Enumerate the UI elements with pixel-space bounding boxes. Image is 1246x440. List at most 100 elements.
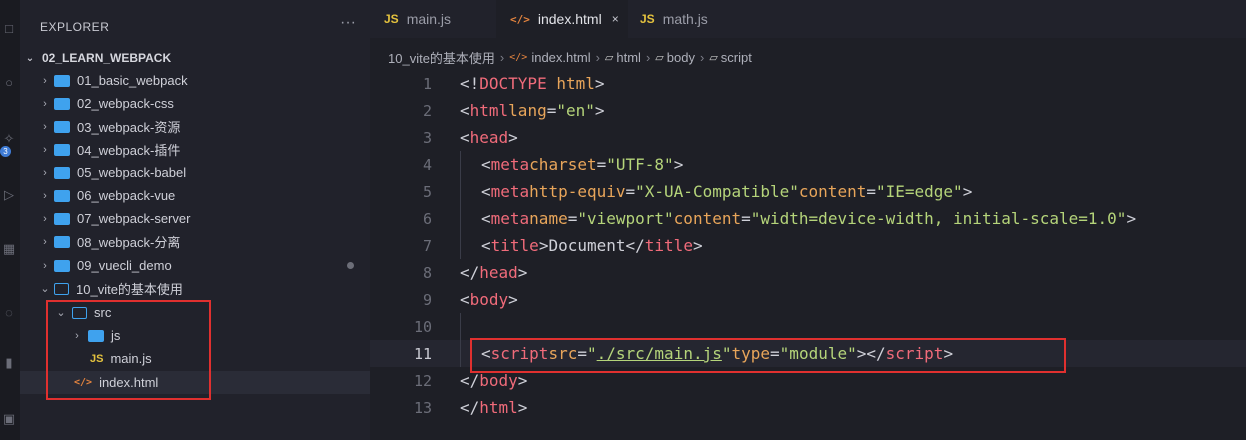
code-token: http-equiv bbox=[529, 182, 626, 201]
tree-folder-05[interactable]: › 05_webpack-babel bbox=[20, 161, 370, 184]
tree-folder-02[interactable]: › 02_webpack-css bbox=[20, 92, 370, 115]
tab-main-js[interactable]: JS main.js bbox=[370, 0, 496, 38]
code-token: > bbox=[673, 155, 684, 174]
code-token: < bbox=[481, 236, 491, 255]
tree-folder-03[interactable]: › 03_webpack-资源 bbox=[20, 115, 370, 138]
code-token: meta bbox=[490, 155, 530, 174]
folder-icon bbox=[54, 259, 70, 272]
files-icon[interactable]: □ bbox=[2, 22, 16, 36]
code-token: </ bbox=[625, 236, 645, 255]
testing-icon[interactable]: ▮ bbox=[2, 356, 16, 370]
breadcrumb-item[interactable]: script bbox=[721, 50, 752, 65]
code-line: 4 < meta charset = "UTF-8" > bbox=[370, 151, 1246, 178]
code-line: 13 </html > bbox=[370, 394, 1246, 421]
code-token: < bbox=[460, 128, 470, 147]
chevron-right-icon: › bbox=[43, 120, 47, 133]
folder-icon bbox=[54, 74, 70, 87]
code-token: charset bbox=[529, 155, 597, 174]
code-line: 8 </head > bbox=[370, 259, 1246, 286]
code-token: body bbox=[469, 290, 509, 309]
code-token: < bbox=[481, 182, 491, 201]
code-line: 3 < head > bbox=[370, 124, 1246, 151]
source-control-icon[interactable]: ✧ bbox=[2, 132, 16, 146]
tree-folder-label: 09_vuecli_demo bbox=[77, 258, 172, 273]
tree-folder-label: 02_webpack-css bbox=[77, 96, 174, 111]
code-token: > bbox=[962, 182, 973, 201]
chevron-down-icon: ⌄ bbox=[25, 52, 35, 64]
tree-folder-04[interactable]: › 04_webpack-插件 bbox=[20, 138, 370, 161]
code-line: 10 bbox=[370, 313, 1246, 340]
breadcrumb-item[interactable]: index.html bbox=[531, 50, 590, 65]
remote-icon[interactable]: ◌ bbox=[2, 306, 16, 320]
code-token: "width=device-width, initial-scale=1.0" bbox=[750, 209, 1127, 228]
code-line: 7 < title > Document </title > bbox=[370, 232, 1246, 259]
tree-folder-label: 03_webpack-资源 bbox=[77, 120, 181, 135]
line-number: 5 bbox=[422, 182, 432, 201]
code-token: = bbox=[596, 155, 607, 174]
tab-bar: JS main.js </> index.html × JS math.js bbox=[370, 0, 1246, 38]
chevron-right-icon: › bbox=[43, 235, 47, 248]
chevron-right-icon: › bbox=[499, 50, 505, 65]
code-token: > bbox=[594, 74, 605, 93]
chevron-right-icon: › bbox=[43, 74, 47, 87]
workspace-root[interactable]: ⌄ 02_LEARN_WEBPACK bbox=[20, 47, 370, 69]
indent-guide bbox=[460, 232, 481, 259]
code-token: </ bbox=[460, 371, 480, 390]
code-token: "viewport" bbox=[577, 209, 674, 228]
tab-index-html[interactable]: </> index.html × bbox=[496, 0, 628, 38]
explorer-title: EXPLORER bbox=[40, 20, 110, 34]
line-number: 8 bbox=[422, 263, 432, 282]
docker-icon[interactable]: ▣ bbox=[2, 412, 16, 426]
extensions-icon[interactable]: ▦ bbox=[2, 242, 16, 256]
chevron-right-icon: › bbox=[595, 50, 600, 65]
code-line: 9 < body > bbox=[370, 286, 1246, 313]
tab-label: math.js bbox=[662, 11, 708, 27]
breadcrumb-item[interactable]: 10_vite的基本使用 bbox=[388, 48, 495, 67]
breadcrumb-item[interactable]: html bbox=[616, 50, 641, 65]
code-token: title bbox=[490, 236, 539, 255]
folder-icon bbox=[54, 97, 70, 110]
tree-folder-10-open[interactable]: ⌄ 10_vite的基本使用 bbox=[20, 277, 370, 300]
code-token: lang bbox=[508, 101, 547, 120]
code-token: meta bbox=[490, 209, 530, 228]
code-token: html bbox=[546, 74, 595, 93]
tree-folder-label: 10_vite的基本使用 bbox=[76, 282, 183, 297]
code-line: 6 < meta name = "viewport" content = "width=d… bbox=[370, 205, 1246, 232]
code-line: 5 < meta http-equiv = "X-UA-Compatible" con… bbox=[370, 178, 1246, 205]
code-token: > bbox=[538, 236, 549, 255]
source-control-badge: 3 bbox=[0, 146, 11, 157]
search-icon[interactable]: ○ bbox=[2, 76, 16, 90]
javascript-file-icon: JS bbox=[384, 12, 399, 26]
code-token: < bbox=[460, 101, 470, 120]
tab-label: main.js bbox=[406, 11, 452, 27]
breadcrumb-item[interactable]: body bbox=[667, 50, 695, 65]
chevron-right-icon: › bbox=[43, 212, 47, 225]
code-token: </ bbox=[460, 263, 480, 282]
code-token: html bbox=[479, 398, 518, 417]
code-token: < bbox=[481, 209, 491, 228]
folder-icon bbox=[54, 120, 70, 133]
tab-math-js[interactable]: JS math.js bbox=[626, 0, 752, 38]
code-token: title bbox=[644, 236, 693, 255]
run-debug-icon[interactable]: ▷ bbox=[2, 188, 16, 202]
code-token: > bbox=[517, 398, 528, 417]
tree-folder-06[interactable]: › 06_webpack-vue bbox=[20, 184, 370, 207]
tree-folder-07[interactable]: › 07_webpack-server bbox=[20, 207, 370, 230]
more-actions-icon[interactable]: ··· bbox=[340, 14, 356, 32]
code-token: "IE=edge" bbox=[875, 182, 963, 201]
code-token: meta bbox=[490, 182, 530, 201]
indent-guide bbox=[460, 313, 481, 340]
tree-folder-09[interactable]: › 09_vuecli_demo bbox=[20, 254, 370, 277]
tree-folder-01[interactable]: › 01_basic_webpack bbox=[20, 69, 370, 92]
code-token: < bbox=[460, 290, 470, 309]
code-token: <! bbox=[460, 74, 480, 93]
line-number: 4 bbox=[422, 155, 432, 174]
line-number: 6 bbox=[422, 209, 432, 228]
tree-folder-08[interactable]: › 08_webpack-分离 bbox=[20, 230, 370, 253]
folder-icon bbox=[54, 235, 70, 248]
tree-folder-label: 08_webpack-分离 bbox=[77, 235, 181, 250]
line-number: 12 bbox=[413, 371, 432, 390]
code-token: body bbox=[479, 371, 518, 390]
close-icon[interactable]: × bbox=[612, 12, 619, 26]
chevron-right-icon: › bbox=[43, 166, 47, 179]
